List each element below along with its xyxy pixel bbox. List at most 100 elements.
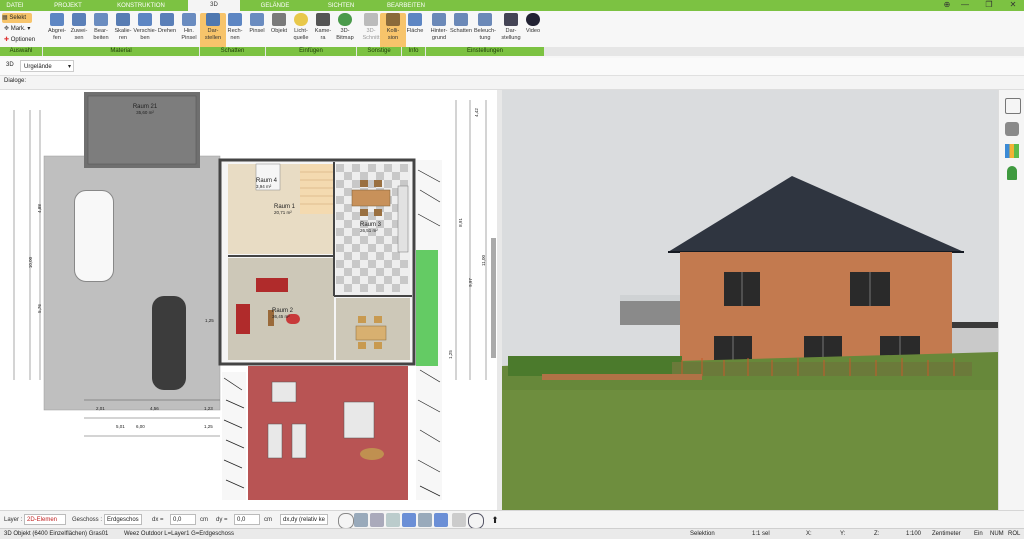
restore-button[interactable]: ❐	[982, 0, 996, 11]
bulb-icon	[294, 13, 308, 26]
tab-datei[interactable]: DATEI	[2, 1, 28, 11]
area-button[interactable]: Fläche	[402, 13, 428, 51]
tab-konstruktion[interactable]: KONSTRUKTION	[110, 1, 172, 11]
view-mode-label: 3D	[6, 62, 14, 68]
shadow-settings-button[interactable]: Schatten	[448, 13, 474, 51]
dx-input[interactable]: 0,0	[170, 514, 196, 525]
group-material: Material	[43, 47, 199, 56]
room-label: Raum 21 35,60 m²	[132, 104, 158, 115]
room-label: Raum 4 3,94 m²	[256, 178, 278, 189]
pin-icon[interactable]: ⬆	[488, 513, 502, 527]
dimension-label: 4,56	[150, 406, 159, 411]
house-icon	[454, 13, 468, 26]
floor-label: Geschoss :	[72, 517, 103, 523]
insert-bitmap-button[interactable]: 3D- Bitmap	[332, 13, 358, 51]
driveway	[44, 156, 220, 410]
layer-label: Layer :	[4, 517, 23, 523]
tab-projekt[interactable]: PROJEKT	[48, 1, 88, 11]
scale-icon	[116, 13, 130, 26]
tab-3d[interactable]: 3D	[188, 0, 240, 11]
dimension-label: 10,00	[28, 256, 34, 269]
monitor-icon[interactable]	[354, 513, 368, 527]
layer-toolbar: Layer : 2D-Elemen Geschoss : Erdgeschos …	[0, 510, 1024, 529]
dimension-label: 1,25	[205, 318, 214, 323]
move-icon	[138, 13, 152, 26]
brush-material-button[interactable]: Hin. Pinsel	[176, 13, 202, 51]
dimension-label: 5,01	[116, 424, 125, 429]
dimension-label: 1,23	[204, 406, 213, 411]
lighting-button[interactable]: Beleuch-tung	[472, 13, 498, 51]
room-label: Raum 1 20,71 m²	[274, 204, 296, 215]
ruler-icon[interactable]	[418, 513, 432, 527]
dimension-label: 11,00	[480, 255, 486, 266]
close-button[interactable]: ✕	[1006, 0, 1020, 11]
dimension-label: 4,42	[473, 108, 479, 117]
grid-icon[interactable]	[370, 513, 384, 527]
ribbon-tab-bar: DATEI PROJEKT KONSTRUKTION 3D GELÄNDE SI…	[0, 0, 1024, 11]
help-icon[interactable]: ⊕	[940, 0, 954, 11]
layer-select[interactable]: 2D-Elemen	[24, 514, 66, 525]
side-panel	[998, 90, 1024, 510]
palette-icon[interactable]	[1005, 144, 1019, 158]
group-einstellungen: Einstellungen	[426, 47, 544, 56]
angle-icon[interactable]	[402, 513, 416, 527]
chair-icon	[272, 13, 286, 26]
group-auswahl: Auswahl	[0, 47, 42, 56]
assign-icon	[72, 13, 86, 26]
dimension-label: 8,91	[457, 218, 463, 227]
options-button[interactable]: ✚ Optionen	[4, 35, 44, 45]
dimension-label: 1,25	[447, 350, 453, 359]
dy-unit: cm	[264, 517, 272, 523]
video-button[interactable]: Video	[520, 13, 546, 51]
house-icon	[478, 13, 492, 26]
tree-icon[interactable]	[1007, 166, 1017, 180]
dialog-bar: Dialoge:	[0, 76, 1024, 90]
3d-scene	[502, 90, 998, 510]
armchair-icon[interactable]	[1005, 122, 1019, 136]
section-icon	[364, 13, 378, 26]
dy-input[interactable]: 0,0	[234, 514, 260, 525]
tab-sichten[interactable]: SICHTEN	[318, 1, 364, 11]
dialog-label: Dialoge:	[4, 78, 27, 84]
monitor-icon	[504, 13, 518, 26]
layers-icon[interactable]	[1005, 98, 1021, 114]
3d-view[interactable]	[502, 90, 998, 510]
cube-shadow-icon	[206, 13, 220, 26]
status-bar: 3D Objekt (6400 Einzelflächen) Gras01 We…	[0, 528, 1024, 539]
dx-label: dx =	[152, 517, 164, 523]
pipette-icon	[50, 13, 64, 26]
tree-icon	[338, 13, 352, 26]
vertical-scrollbar	[491, 238, 496, 358]
mark-button[interactable]: ✥ Mark. ▾	[4, 24, 34, 34]
navigation-icon[interactable]	[468, 513, 484, 529]
view-toolbar: 3D Urgelände ▾	[0, 58, 1024, 76]
dy-label: dy =	[216, 517, 228, 523]
group-einfuegen: Einfügen	[266, 47, 356, 56]
layer-icon[interactable]	[434, 513, 448, 527]
clock-icon[interactable]	[338, 513, 354, 529]
edit-icon	[94, 13, 108, 26]
group-info: Info	[402, 47, 425, 56]
dimension-label: 5,76	[36, 304, 42, 313]
tab-gelaende[interactable]: GELÄNDE	[252, 1, 298, 11]
floor-plan-view[interactable]: Raum 21 35,60 m² Raum 4 3,94 m² Raum 1 20,7…	[0, 90, 497, 510]
room-label: Raum 3 26,51 m²	[360, 222, 382, 233]
room-label: Raum 2 36,45 m²	[272, 308, 294, 319]
car-white	[74, 190, 114, 282]
house-icon	[432, 13, 446, 26]
brush-icon	[250, 13, 264, 26]
dimension-label: 4,88	[36, 204, 42, 213]
minimize-button[interactable]: —	[958, 0, 972, 11]
tab-bearbeiten[interactable]: BEARBEITEN	[378, 1, 434, 11]
select-button[interactable]: ▦ Selekt	[2, 13, 32, 23]
rotate-icon	[160, 13, 174, 26]
car-dark	[152, 296, 186, 390]
dimension-label: 2,01	[96, 406, 105, 411]
terrain-select[interactable]: Urgelände ▾	[20, 60, 74, 72]
group-schatten: Schatten	[200, 47, 265, 56]
floor-select[interactable]: Erdgeschos	[104, 514, 142, 525]
play-icon	[526, 13, 540, 26]
coordinate-mode-select[interactable]: dx,dy (relativ ke	[280, 514, 328, 525]
table-icon[interactable]	[452, 513, 466, 527]
snap-icon[interactable]	[386, 513, 400, 527]
